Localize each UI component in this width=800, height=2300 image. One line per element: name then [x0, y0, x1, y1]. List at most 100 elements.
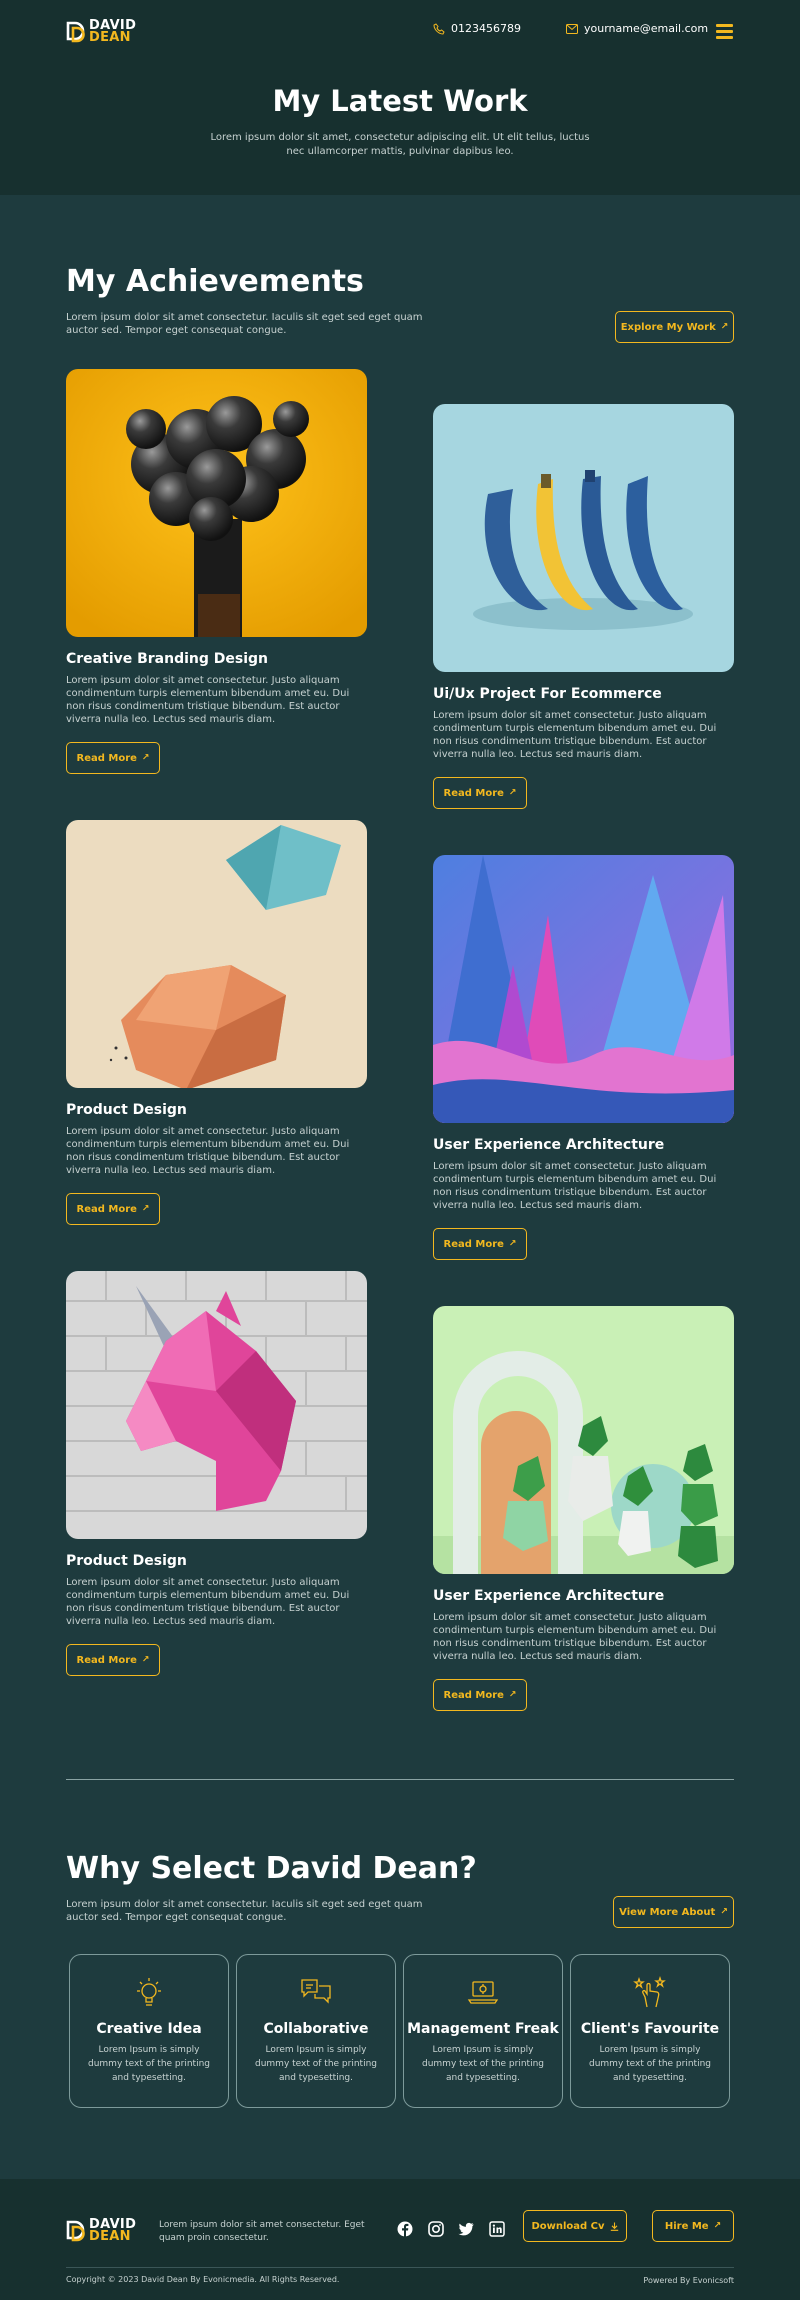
download-cv-label: Download Cv [531, 2220, 605, 2232]
instagram-icon[interactable] [428, 2221, 444, 2237]
read-more-button[interactable]: Read More ↗ [433, 777, 527, 809]
feature-description: Lorem Ipsum is simply dummy text of the … [255, 2045, 377, 2083]
phone-contact[interactable]: 0123456789 [433, 22, 521, 35]
copyright-text: Copyright © 2023 David Dean By Evonicmed… [66, 2275, 340, 2284]
footer-logo[interactable]: DAVID DEAN [66, 2218, 136, 2244]
arrow-up-right-icon: ↗ [713, 2221, 722, 2231]
feature-title: Collaborative [263, 2021, 369, 2037]
read-more-button[interactable]: Read More ↗ [433, 1679, 527, 1711]
arrow-up-right-icon: ↗ [141, 1655, 150, 1665]
feature-title: Creative Idea [96, 2021, 202, 2037]
explore-work-button[interactable]: Explore My Work ↗ [615, 311, 734, 343]
arrow-up-right-icon: ↗ [141, 753, 150, 763]
project-image-unicorn[interactable] [66, 1271, 367, 1539]
logo-mark-icon [66, 2220, 85, 2242]
download-cv-button[interactable]: Download Cv [523, 2210, 627, 2242]
project-description: Lorem ipsum dolor sit amet consectetur. … [66, 1577, 350, 1627]
feature-card: Creative Idea Lorem Ipsum is simply dumm… [69, 1954, 229, 2108]
feature-card: Client's Favourite Lorem Ipsum is simply… [570, 1954, 730, 2108]
project-title: Product Design [66, 1553, 187, 1569]
footer-divider [66, 2267, 734, 2268]
email-address: yourname@email.com [584, 22, 709, 35]
project-card: Product Design Lorem ipsum dolor sit ame… [66, 1271, 367, 1676]
project-description: Lorem ipsum dolor sit amet consectetur. … [66, 675, 350, 725]
footer: DAVID DEAN Lorem ipsum dolor sit amet co… [0, 2179, 800, 2300]
hire-me-button[interactable]: Hire Me ↗ [652, 2210, 734, 2242]
project-image-bananas[interactable] [433, 404, 734, 672]
page-title: My Latest Work [272, 84, 528, 118]
feature-description: Lorem Ipsum is simply dummy text of the … [422, 2045, 544, 2083]
read-more-button[interactable]: Read More ↗ [66, 1644, 160, 1676]
arrow-up-right-icon: ↗ [141, 1204, 150, 1214]
hero-header: DAVID DEAN 0123456789 yourname@email.com… [0, 0, 800, 195]
project-description: Lorem ipsum dolor sit amet consectetur. … [433, 710, 717, 760]
feature-description: Lorem Ipsum is simply dummy text of the … [88, 2045, 210, 2083]
footer-description: Lorem ipsum dolor sit amet consectetur. … [159, 2220, 365, 2243]
hand-stars-icon [633, 1975, 666, 2008]
phone-number: 0123456789 [451, 22, 521, 35]
project-card: Product Design Lorem ipsum dolor sit ame… [66, 820, 367, 1225]
project-title: Ui/Ux Project For Ecommerce [433, 686, 662, 702]
project-title: User Experience Architecture [433, 1588, 665, 1604]
logo-mark-icon [66, 21, 85, 43]
feature-card: Management Freak Lorem Ipsum is simply d… [403, 1954, 563, 2108]
download-icon [610, 2222, 618, 2231]
achievements-description: Lorem ipsum dolor sit amet consectetur. … [66, 312, 423, 336]
logo-line2: DEAN [89, 2229, 131, 2244]
read-more-button[interactable]: Read More ↗ [433, 1228, 527, 1260]
read-more-label: Read More [76, 1654, 137, 1666]
hamburger-menu-icon[interactable] [716, 24, 733, 39]
feature-description: Lorem Ipsum is simply dummy text of the … [589, 2045, 711, 2083]
achievements-title: My Achievements [66, 264, 364, 299]
chat-bubbles-icon [301, 1979, 331, 2004]
why-description: Lorem ipsum dolor sit amet consectetur. … [66, 1899, 423, 1923]
read-more-label: Read More [443, 1238, 504, 1250]
read-more-button[interactable]: Read More ↗ [66, 1193, 160, 1225]
feature-title: Management Freak [407, 2021, 559, 2037]
project-image-balloons[interactable] [66, 369, 367, 637]
arrow-up-right-icon: ↗ [720, 322, 729, 332]
twitter-icon[interactable] [458, 2221, 474, 2237]
project-image-abstract-cones[interactable] [433, 855, 734, 1123]
section-divider [66, 1779, 734, 1780]
why-title: Why Select David Dean? [66, 1851, 477, 1886]
arrow-up-right-icon: ↗ [508, 788, 517, 798]
read-more-label: Read More [76, 1203, 137, 1215]
project-card: User Experience Architecture Lorem ipsum… [433, 1306, 734, 1711]
linkedin-icon[interactable] [489, 2221, 505, 2237]
facebook-icon[interactable] [397, 2221, 413, 2237]
read-more-label: Read More [443, 1689, 504, 1701]
arrow-up-right-icon: ↗ [720, 1907, 728, 1917]
explore-work-label: Explore My Work [620, 321, 716, 333]
project-card: Ui/Ux Project For Ecommerce Lorem ipsum … [433, 404, 734, 809]
project-title: User Experience Architecture [433, 1137, 665, 1153]
read-more-button[interactable]: Read More ↗ [66, 742, 160, 774]
project-title: Product Design [66, 1102, 187, 1118]
read-more-label: Read More [76, 752, 137, 764]
page-subtitle: Lorem ipsum dolor sit amet, consectetur … [210, 132, 590, 157]
arrow-up-right-icon: ↗ [508, 1690, 517, 1700]
project-description: Lorem ipsum dolor sit amet consectetur. … [433, 1161, 717, 1211]
view-more-about-label: View More About [619, 1906, 716, 1918]
project-card: User Experience Architecture Lorem ipsum… [433, 855, 734, 1260]
laptop-icon [467, 1981, 499, 2004]
project-description: Lorem ipsum dolor sit amet consectetur. … [433, 1612, 717, 1662]
feature-card: Collaborative Lorem Ipsum is simply dumm… [236, 1954, 396, 2108]
logo-line2: DEAN [89, 30, 131, 45]
arrow-up-right-icon: ↗ [508, 1239, 517, 1249]
powered-by-text[interactable]: Powered By Evonicsoft [643, 2276, 734, 2285]
feature-title: Client's Favourite [580, 2021, 720, 2037]
email-contact[interactable]: yourname@email.com [566, 22, 708, 35]
read-more-label: Read More [443, 787, 504, 799]
phone-icon [433, 22, 445, 35]
project-image-polyhedra[interactable] [66, 820, 367, 1088]
project-title: Creative Branding Design [66, 651, 269, 667]
lightbulb-icon [137, 1978, 161, 2006]
mail-icon [566, 23, 578, 34]
logo[interactable]: DAVID DEAN [66, 19, 136, 45]
project-card: Creative Branding Design Lorem ipsum dol… [66, 369, 367, 774]
view-more-about-button[interactable]: View More About ↗ [613, 1896, 734, 1928]
hire-me-label: Hire Me [664, 2220, 709, 2232]
project-image-green-shapes[interactable] [433, 1306, 734, 1574]
project-description: Lorem ipsum dolor sit amet consectetur. … [66, 1126, 350, 1176]
